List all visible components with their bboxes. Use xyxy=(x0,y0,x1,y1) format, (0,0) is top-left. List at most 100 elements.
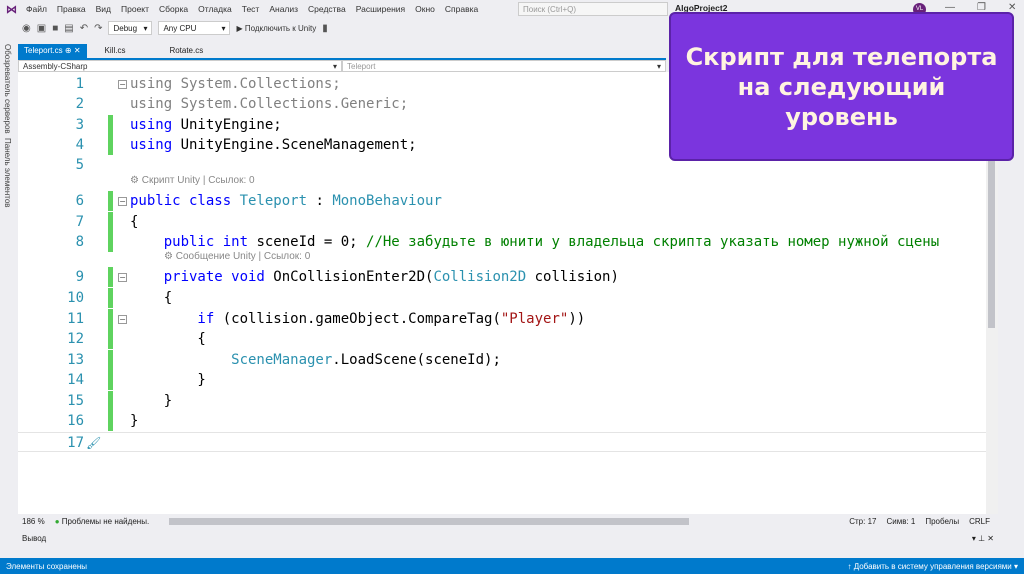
fold-toggle-icon[interactable]: − xyxy=(118,80,127,89)
unity-icon: ⚙ xyxy=(164,251,176,262)
code-token: using xyxy=(130,117,181,133)
status-message: Элементы сохранены xyxy=(6,561,87,571)
source-control-button[interactable]: ↑ Добавить в систему управления версиями… xyxy=(848,562,1019,571)
code-line[interactable]: 9 − private void OnCollisionEnter2D(Colli… xyxy=(18,267,986,287)
code-text: { xyxy=(130,329,205,349)
menu-item[interactable]: Окно xyxy=(415,4,435,14)
code-token: private void xyxy=(130,269,274,285)
code-text: public int sceneId = 0; //Не забудьте в … xyxy=(130,232,939,252)
class-dropdown[interactable]: Teleport ▾ xyxy=(342,60,666,72)
menu-item[interactable]: Вид xyxy=(96,4,111,14)
codelens-text: Скрипт Unity | Ссылок: 0 xyxy=(141,175,255,186)
code-line[interactable]: 11 − if (collision.gameObject.CompareTag(… xyxy=(18,309,986,329)
line-number: 15 xyxy=(67,393,84,409)
visual-studio-logo-icon: ⋈ xyxy=(6,4,17,16)
slide-caption-overlay: Скрипт для телепорта на следующий уровен… xyxy=(669,12,1014,161)
close-output-icon[interactable]: ▾ ⊥ ✕ xyxy=(972,534,994,543)
code-text: using UnityEngine; xyxy=(130,115,282,135)
code-token: using xyxy=(130,137,181,153)
platform-select[interactable]: Any CPU ▾ xyxy=(158,21,231,35)
code-text: using System.Collections; xyxy=(130,74,341,94)
menu-item[interactable]: Расширения xyxy=(356,4,405,14)
code-line[interactable]: 12 { xyxy=(18,329,986,349)
menu-item[interactable]: Сборка xyxy=(159,4,188,14)
code-token: } xyxy=(130,393,173,409)
server-explorer-tab[interactable]: Обозреватель серверов xyxy=(3,44,12,134)
change-marker xyxy=(108,267,113,287)
code-line[interactable]: 17 🖌 xyxy=(18,432,986,452)
code-text: if (collision.gameObject.CompareTag("Pla… xyxy=(130,309,585,329)
attach-unity-button[interactable]: ▶ Подключить к Unity xyxy=(236,24,316,33)
menu-item[interactable]: Правка xyxy=(57,4,86,14)
undo-icon[interactable]: ↶ xyxy=(80,23,88,34)
horizontal-scrollbar[interactable] xyxy=(169,518,690,525)
codelens-info[interactable]: ⚙ Сообщение Unity | Ссылок: 0 xyxy=(164,251,310,262)
search-input[interactable]: Поиск (Ctrl+Q) xyxy=(518,2,668,16)
code-token: MonoBehaviour xyxy=(332,193,442,209)
fold-toggle-icon[interactable]: − xyxy=(118,273,127,282)
line-number: 16 xyxy=(67,413,84,429)
project-dropdown[interactable]: Assembly-CSharp ▾ xyxy=(18,60,342,72)
menu-item[interactable]: Проект xyxy=(121,4,149,14)
navigation-bar: Assembly-CSharp ▾ Teleport ▾ xyxy=(18,58,666,72)
code-token: "Player" xyxy=(500,311,569,327)
back-icon[interactable]: ◉ xyxy=(22,23,31,34)
problems-status[interactable]: ● Проблемы не найдены. xyxy=(55,517,149,526)
code-line[interactable]: 16} xyxy=(18,411,986,431)
menu-item[interactable]: Отладка xyxy=(198,4,232,14)
status-bar: Элементы сохранены ↑ Добавить в систему … xyxy=(0,558,1024,574)
menu-item[interactable]: Анализ xyxy=(269,4,298,14)
tab-kill[interactable]: Kill.cs xyxy=(99,44,132,58)
code-line[interactable]: 15 } xyxy=(18,391,986,411)
eol-indicator[interactable]: CRLF xyxy=(969,517,990,526)
change-marker xyxy=(108,191,113,211)
menu-item[interactable]: Файл xyxy=(26,4,47,14)
code-token: } xyxy=(130,372,206,388)
zoom-level[interactable]: 186 % xyxy=(22,517,45,526)
code-token: { xyxy=(130,214,139,230)
code-line[interactable]: 8 public int sceneId = 0; //Не забудьте … xyxy=(18,232,986,252)
spaces-indicator[interactable]: Пробелы xyxy=(925,517,959,526)
document-tabs: Teleport.cs ⊕ ✕ Kill.cs Rotate.cs xyxy=(18,44,221,58)
change-marker xyxy=(108,350,113,370)
codelens-info[interactable]: ⚙ Скрипт Unity | Ссылок: 0 xyxy=(130,175,255,186)
change-marker xyxy=(108,115,113,135)
menu-item[interactable]: Справка xyxy=(445,4,478,14)
code-token: { xyxy=(130,290,173,306)
menu-item[interactable]: Средства xyxy=(308,4,346,14)
code-line[interactable]: 14 } xyxy=(18,370,986,390)
fold-toggle-icon[interactable]: − xyxy=(118,197,127,206)
tab-teleport[interactable]: Teleport.cs ⊕ ✕ xyxy=(18,44,87,58)
brush-icon: 🖌 xyxy=(86,436,102,450)
col-indicator: Симв: 1 xyxy=(886,517,916,526)
code-text: { xyxy=(130,288,172,308)
new-item-icon[interactable]: ▣ xyxy=(37,23,46,34)
change-marker xyxy=(108,329,113,349)
line-number: 13 xyxy=(67,352,84,368)
toolbox-tab[interactable]: Панель элементов xyxy=(3,138,12,208)
code-line[interactable]: 13 SceneManager.LoadScene(sceneId); xyxy=(18,350,986,370)
config-select[interactable]: Debug ▾ xyxy=(108,21,153,35)
code-text: } xyxy=(130,411,138,431)
save-icon[interactable]: ■ xyxy=(52,23,58,34)
save-all-icon[interactable]: ▤ xyxy=(64,23,73,34)
code-line[interactable]: 7{ xyxy=(18,212,986,232)
change-marker xyxy=(108,411,113,431)
code-line[interactable]: 10 { xyxy=(18,288,986,308)
code-text: private void OnCollisionEnter2D(Collisio… xyxy=(130,267,619,287)
code-line[interactable]: 6 − public class Teleport : MonoBehaviour xyxy=(18,191,986,211)
tab-rotate[interactable]: Rotate.cs xyxy=(163,44,209,58)
menu-item[interactable]: Тест xyxy=(242,4,260,14)
redo-icon[interactable]: ↷ xyxy=(94,23,102,34)
code-token: : xyxy=(307,193,333,209)
code-text: public class Teleport : MonoBehaviour xyxy=(130,191,442,211)
code-token: .LoadScene(sceneId); xyxy=(332,352,501,368)
unity-icon: ⚙ xyxy=(130,175,142,186)
line-number: 1 xyxy=(75,76,84,92)
code-token: (collision.gameObject.CompareTag( xyxy=(222,311,501,327)
line-number: 8 xyxy=(75,234,84,250)
bookmark-icon[interactable]: ▮ xyxy=(322,23,328,34)
fold-toggle-icon[interactable]: − xyxy=(118,315,127,324)
line-number: 14 xyxy=(67,372,84,388)
line-number: 7 xyxy=(75,214,84,230)
